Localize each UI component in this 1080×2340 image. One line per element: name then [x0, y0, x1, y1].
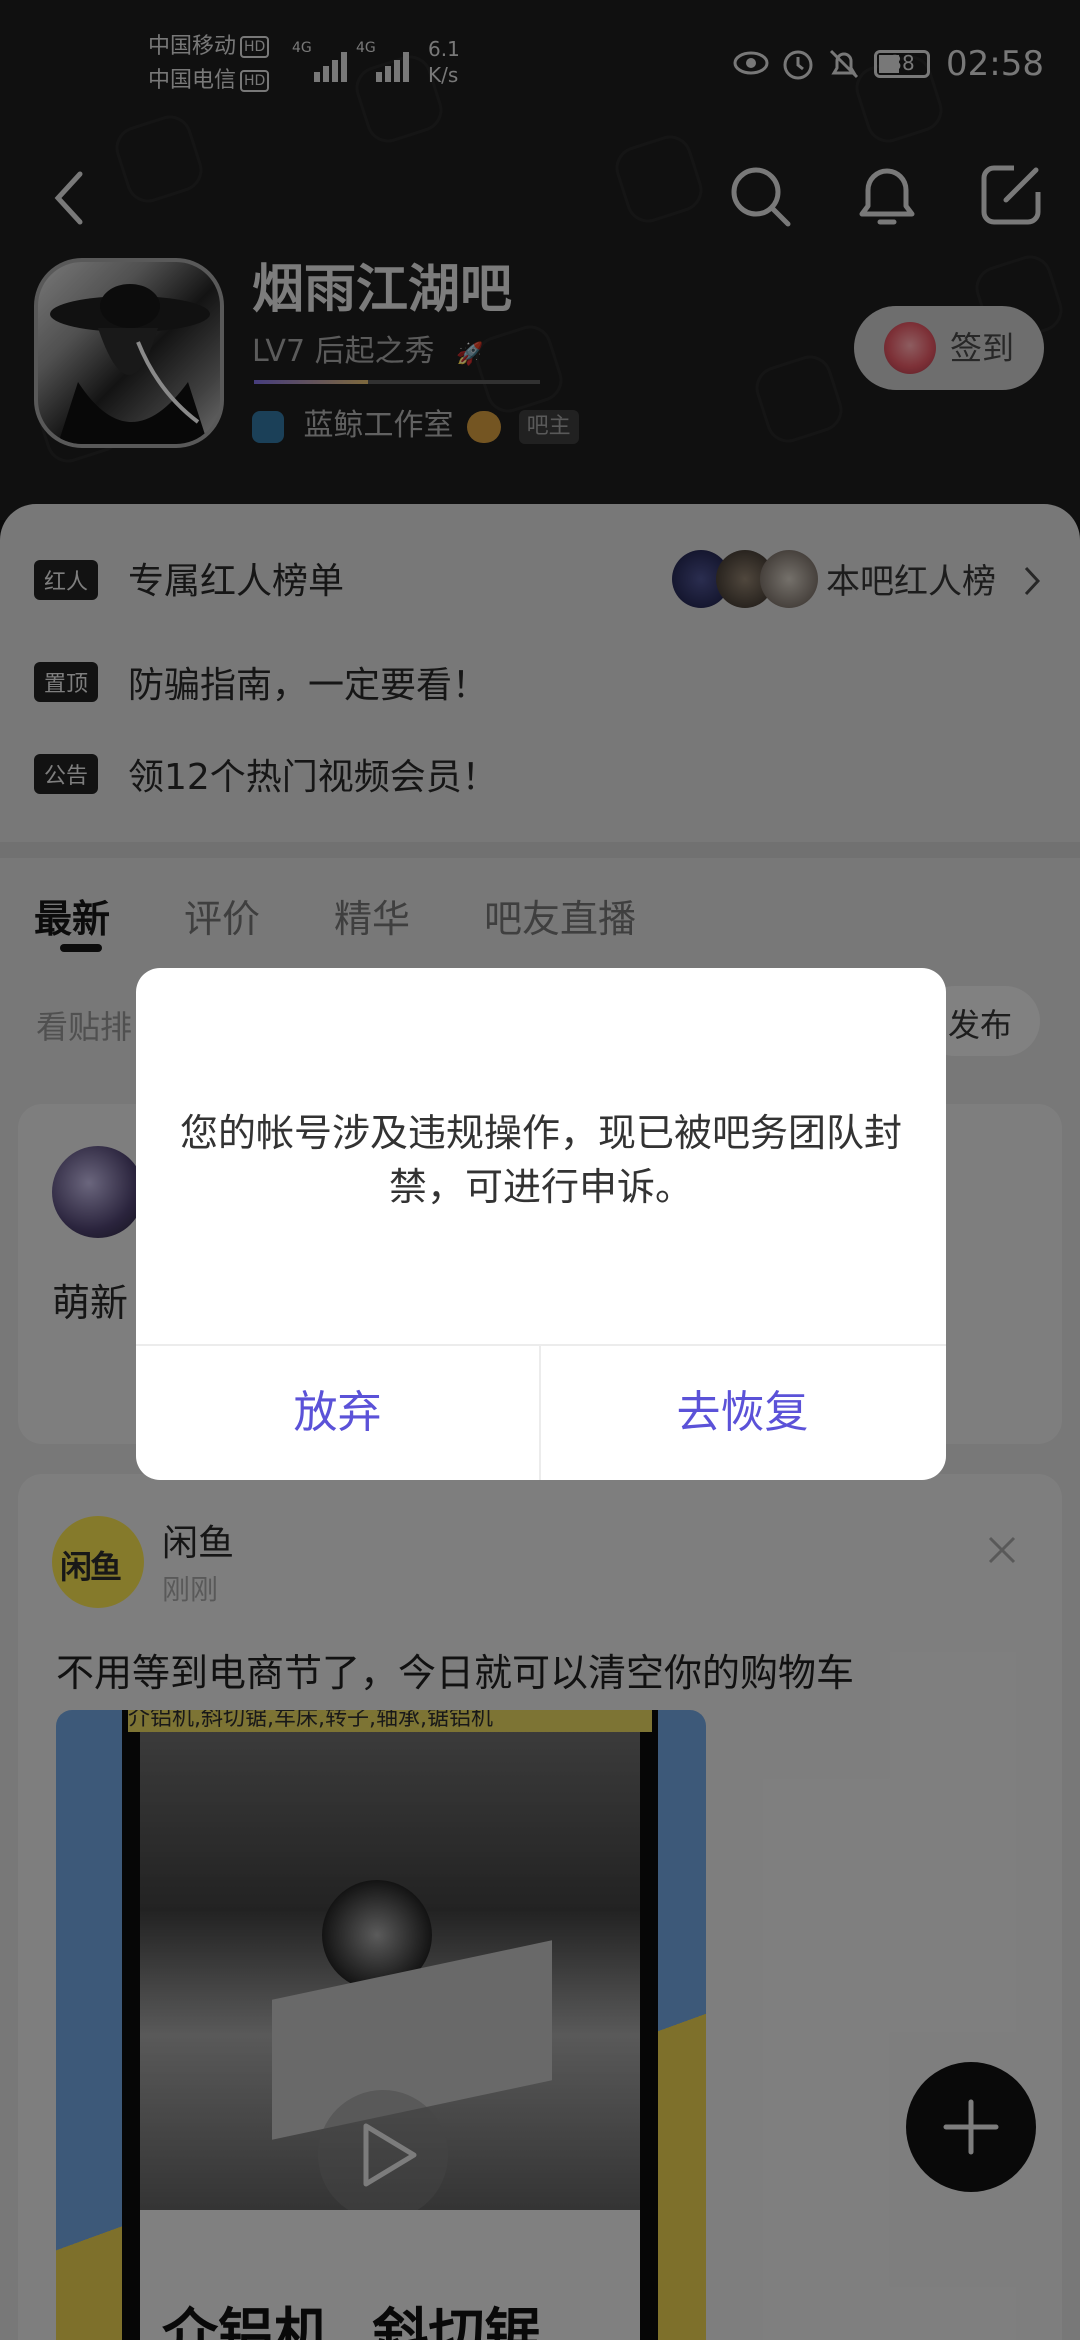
- dialog-message: 您的帐号涉及违规操作，现已被吧务团队封禁，可进行申诉。: [179, 1111, 902, 1209]
- ban-dialog: 您的帐号涉及违规操作，现已被吧务团队封禁，可进行申诉。 放弃 去恢复: [136, 968, 946, 1480]
- restore-button[interactable]: 去恢复: [541, 1346, 944, 1480]
- cancel-button[interactable]: 放弃: [136, 1346, 539, 1480]
